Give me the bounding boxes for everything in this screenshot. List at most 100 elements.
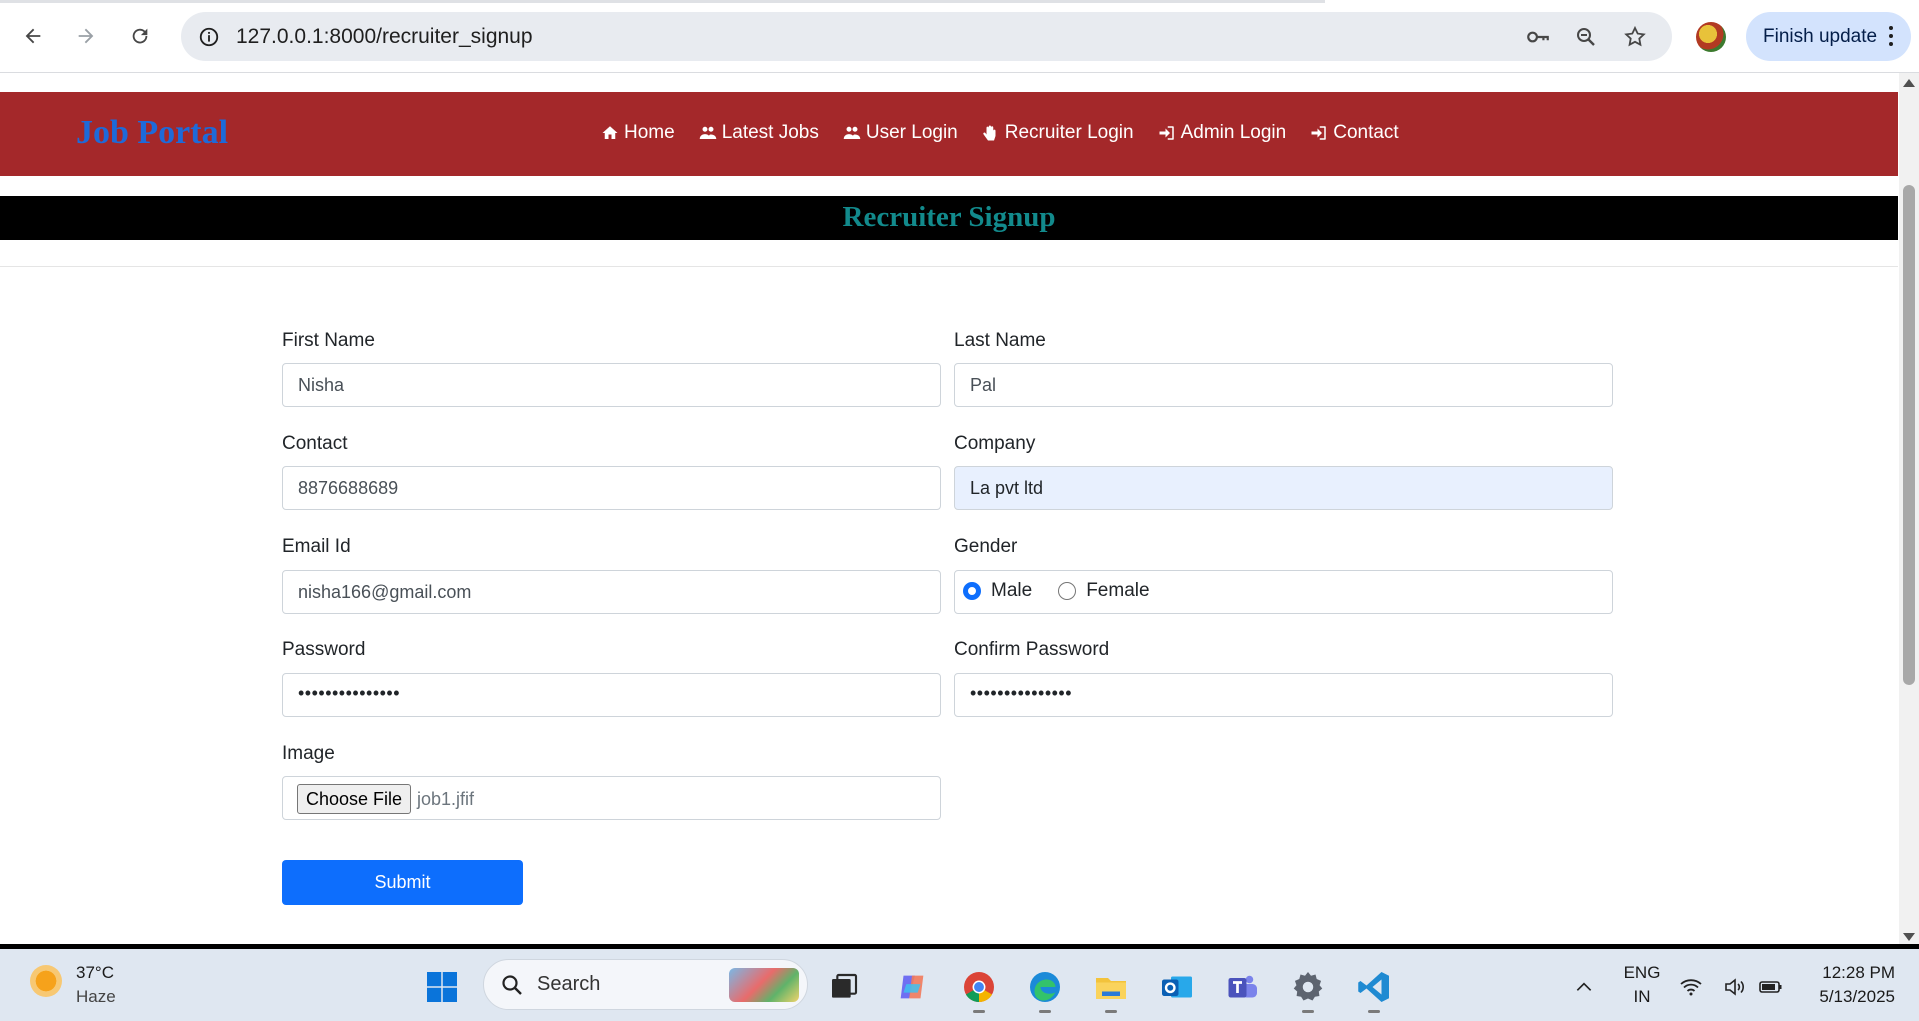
nav-admin-login-label: Admin Login [1180,122,1287,143]
nav-recruiter-login-label: Recruiter Login [1004,122,1134,143]
copilot-icon[interactable] [892,967,932,1007]
windows-start-icon[interactable] [422,967,462,1007]
file-name-text: job1.jfif [417,789,475,809]
battery-icon[interactable] [1756,967,1786,1007]
nav-latest-jobs[interactable]: Latest Jobs [699,122,819,144]
gender-label: Gender [954,536,1018,557]
contact-value: 8876688689 [298,478,399,498]
weather-haze-icon[interactable] [30,965,62,997]
scroll-up-arrow-icon[interactable] [1903,79,1915,87]
lang-line2[interactable]: IN [1622,987,1662,1007]
image-label: Image [282,743,335,764]
first-name-value: Nisha [298,375,345,395]
contact-field[interactable]: 8876688689 [282,466,941,510]
nav-admin-login[interactable]: Admin Login [1158,122,1287,144]
choose-file-button[interactable]: Choose File [297,784,411,814]
active-indicator [1039,1010,1051,1013]
active-indicator [1302,1010,1314,1013]
company-field[interactable]: La pvt ltd [954,466,1613,510]
active-indicator [1368,1010,1380,1013]
outlook-icon[interactable] [1157,967,1197,1007]
page-title: Recruiter Signup [842,201,1056,233]
arrow-right-icon [78,28,94,44]
address-bar[interactable]: 127.0.0.1:8000/recruiter_signup [181,12,1672,61]
contact-label: Contact [282,433,348,454]
wifi-icon[interactable] [1676,967,1706,1007]
home-icon [602,126,618,139]
gender-male-radio[interactable] [963,582,981,600]
nav-contact[interactable]: Contact [1310,122,1399,144]
back-button[interactable] [15,18,51,54]
confirm-password-value: ••••••••••••••• [970,683,1073,703]
weather-temp[interactable]: 37°C [76,963,114,983]
confirm-password-label: Confirm Password [954,639,1110,660]
last-name-label: Last Name [954,330,1046,351]
submit-button[interactable]: Submit [282,860,523,905]
weather-desc[interactable]: Haze [76,987,116,1007]
clock-time[interactable]: 12:28 PM [1799,963,1895,983]
site-info-icon[interactable] [196,24,222,50]
nav-latest-jobs-label: Latest Jobs [721,122,819,143]
email-field[interactable]: nisha166@gmail.com [282,570,941,614]
site-navbar: Job Portal Home Latest Jobs User Login R… [0,92,1898,176]
nav-links: Home Latest Jobs User Login Recruiter Lo… [601,122,1399,144]
forward-button[interactable] [68,18,104,54]
loading-indicator [0,0,1325,3]
page-viewport: Job Portal Home Latest Jobs User Login R… [0,73,1898,947]
file-explorer-icon[interactable] [1091,967,1131,1013]
users-icon [843,126,861,139]
company-label: Company [954,433,1036,454]
scroll-down-arrow-icon[interactable] [1903,933,1915,941]
password-field[interactable]: ••••••••••••••• [282,673,941,717]
chrome-icon[interactable] [959,967,999,1013]
taskbar-search[interactable]: Search [483,959,808,1010]
profile-avatar[interactable] [1696,22,1726,52]
page-scrollbar[interactable] [1899,73,1919,947]
gender-female-label[interactable]: Female [1086,580,1149,602]
search-icon [502,975,522,995]
password-value: ••••••••••••••• [298,683,401,703]
url-text[interactable]: 127.0.0.1:8000/recruiter_signup [236,25,533,49]
nav-user-login-label: User Login [865,122,958,143]
confirm-password-field[interactable]: ••••••••••••••• [954,673,1613,717]
edge-icon[interactable] [1025,967,1065,1013]
key-icon[interactable] [1525,24,1551,50]
sign-in-icon [1159,126,1174,140]
last-name-value: Pal [970,375,997,395]
hand-icon [983,125,996,141]
nav-home[interactable]: Home [601,122,675,144]
image-file-field: Choose File job1.jfif [282,776,941,820]
page-title-bar: Recruiter Signup [0,196,1898,240]
first-name-field[interactable]: Nisha [282,363,941,407]
zoom-icon[interactable] [1573,24,1599,50]
bookmark-star-icon[interactable] [1622,24,1648,50]
volume-icon[interactable] [1720,967,1750,1007]
email-label: Email Id [282,536,351,557]
taskbar: 37°C Haze Search ENG IN 12:28 PM 5/13/20… [0,949,1919,1021]
gender-female-radio[interactable] [1058,582,1077,600]
vscode-icon[interactable] [1354,967,1394,1013]
gender-male-label[interactable]: Male [991,580,1032,602]
sign-in-icon [1311,126,1326,140]
gender-field: Male Female [954,570,1613,614]
clock-date[interactable]: 5/13/2025 [1799,987,1895,1007]
kebab-menu-icon [1889,26,1893,50]
nav-recruiter-login[interactable]: Recruiter Login [982,122,1134,144]
email-value: nisha166@gmail.com [298,582,472,602]
lang-line1[interactable]: ENG [1622,963,1662,983]
settings-gear-icon[interactable] [1288,967,1328,1013]
nav-user-login[interactable]: User Login [843,122,958,144]
scroll-thumb[interactable] [1903,185,1915,685]
chevron-up-icon[interactable] [1564,967,1604,1007]
reload-icon [132,28,148,44]
last-name-field[interactable]: Pal [954,363,1613,407]
teams-icon[interactable] [1222,967,1262,1007]
reload-button[interactable] [122,18,158,54]
finish-update-button[interactable]: Finish update [1746,12,1911,61]
password-label: Password [282,639,366,660]
taskbar-search-label: Search [537,973,601,995]
active-indicator [1105,1010,1117,1013]
browser-toolbar: 127.0.0.1:8000/recruiter_signup Finish u… [0,0,1919,73]
task-view-icon[interactable] [824,967,864,1007]
brand-logo[interactable]: Job Portal [76,114,228,152]
